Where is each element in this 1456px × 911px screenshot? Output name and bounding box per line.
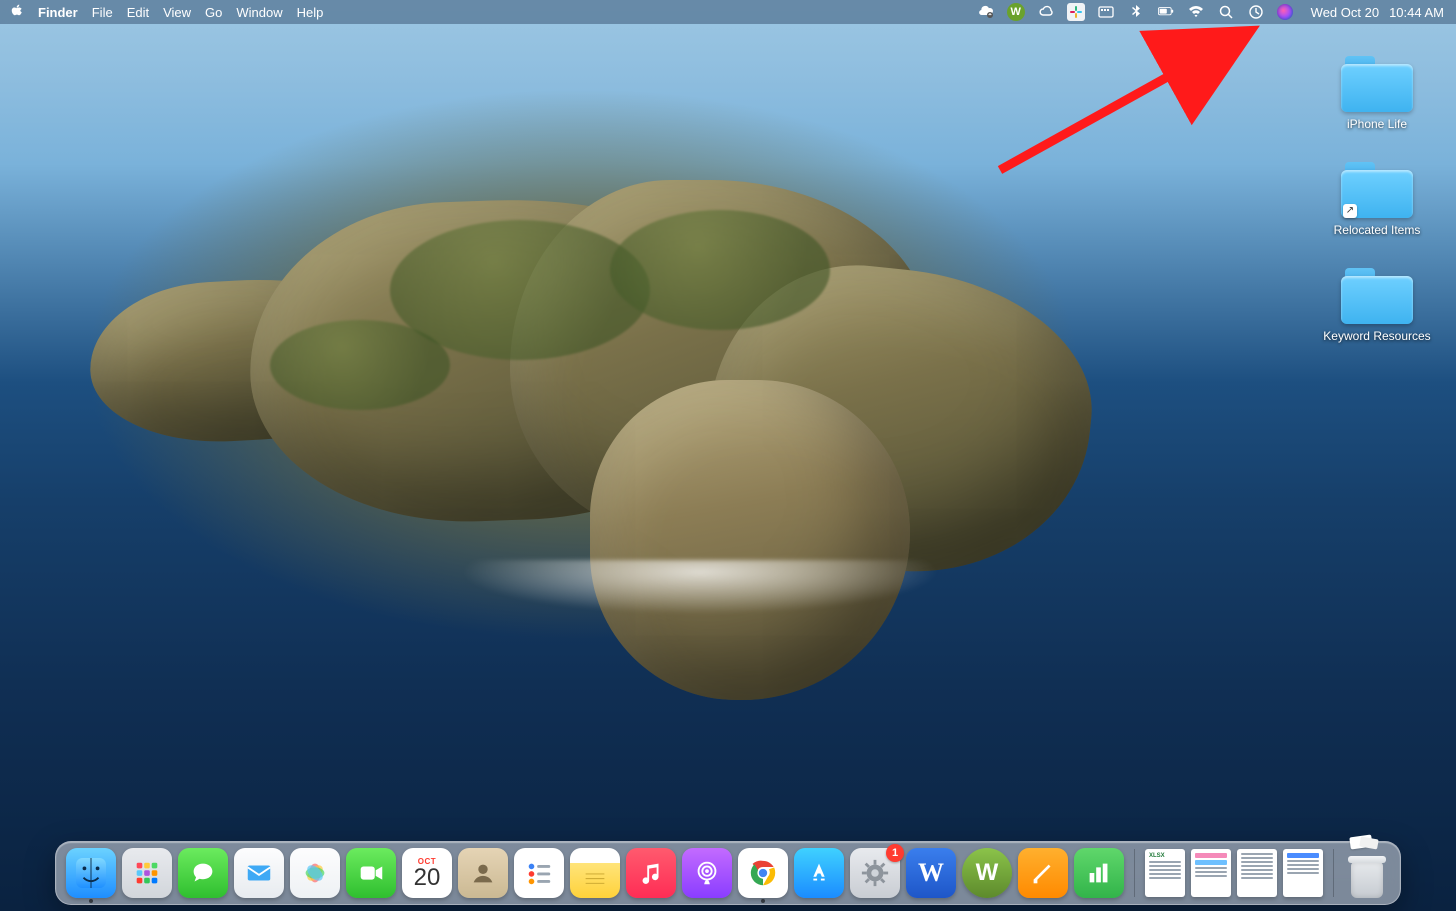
battery-icon[interactable] — [1157, 3, 1175, 21]
menubar-window[interactable]: Window — [236, 5, 282, 20]
menubar-edit[interactable]: Edit — [127, 5, 149, 20]
desktop-folder-label: Relocated Items — [1334, 224, 1421, 238]
bluetooth-icon[interactable] — [1127, 3, 1145, 21]
dock-app-notes[interactable] — [570, 848, 620, 898]
dock-separator — [1134, 849, 1135, 897]
calendar-day-label: 20 — [414, 866, 441, 890]
desktop-folder-label: Keyword Resources — [1323, 330, 1430, 344]
dock-app-pages[interactable] — [1018, 848, 1068, 898]
desktop-folder-relocated[interactable]: ↗ Relocated Items — [1322, 162, 1432, 238]
dock-app-numbers[interactable] — [1074, 848, 1124, 898]
clock-time: 10:44 AM — [1389, 5, 1444, 20]
input-menu-icon[interactable] — [1097, 3, 1115, 21]
dock-app-podcasts[interactable] — [682, 848, 732, 898]
dock-app-finder[interactable] — [66, 848, 116, 898]
spotlight-icon[interactable] — [1217, 3, 1235, 21]
menubar-go[interactable]: Go — [205, 5, 222, 20]
desktop-folder-label: iPhone Life — [1347, 118, 1407, 132]
time-machine-icon[interactable] — [1247, 3, 1265, 21]
dock-app-chrome[interactable] — [738, 848, 788, 898]
menubar-view[interactable]: View — [163, 5, 191, 20]
dock-app-facetime[interactable] — [346, 848, 396, 898]
dock-app-calendar[interactable]: OCT 20 — [402, 848, 452, 898]
notification-badge: 1 — [886, 844, 904, 862]
dock-recent-document-2[interactable] — [1191, 849, 1231, 897]
dock-recent-document-4[interactable] — [1283, 849, 1323, 897]
webroot-letter-icon: W — [976, 859, 999, 887]
menubar-file[interactable]: File — [92, 5, 113, 20]
siri-icon[interactable] — [1277, 4, 1293, 20]
dock-app-launchpad[interactable] — [122, 848, 172, 898]
desktop-folder-keyword[interactable]: Keyword Resources — [1322, 268, 1432, 344]
menubar-app-name[interactable]: Finder — [38, 5, 78, 20]
wifi-icon[interactable] — [1187, 3, 1205, 21]
menubar-clock[interactable]: Wed Oct 20 10:44 AM — [1311, 5, 1444, 20]
dock-app-reminders[interactable] — [514, 848, 564, 898]
menubar-help[interactable]: Help — [297, 5, 324, 20]
dock-app-webroot[interactable]: W — [962, 848, 1012, 898]
dock-app-systempreferences[interactable]: 1 — [850, 848, 900, 898]
running-indicator — [89, 899, 93, 903]
dock-app-contacts[interactable] — [458, 848, 508, 898]
dock: OCT 20 — [55, 841, 1401, 905]
apple-menu-icon[interactable] — [10, 4, 24, 21]
word-icon: W — [918, 858, 944, 888]
dock-app-messages[interactable] — [178, 848, 228, 898]
folder-icon — [1341, 268, 1413, 324]
dock-app-photos[interactable] — [290, 848, 340, 898]
clock-date: Wed Oct 20 — [1311, 5, 1379, 20]
folder-icon — [1341, 56, 1413, 112]
desktop-icons-area: iPhone Life ↗ Relocated Items Keyword Re… — [1322, 56, 1432, 343]
shortcut-arrow-icon: ↗ — [1343, 204, 1357, 218]
dock-recent-document-1[interactable]: XLSX — [1145, 849, 1185, 897]
webroot-icon[interactable]: W — [1007, 3, 1025, 21]
folder-icon: ↗ — [1341, 162, 1413, 218]
desktop-wallpaper — [0, 0, 1456, 911]
desktop-folder-iphonelife[interactable]: iPhone Life — [1322, 56, 1432, 132]
dock-trash[interactable] — [1344, 848, 1390, 898]
dock-app-appstore[interactable] — [794, 848, 844, 898]
slack-icon[interactable] — [1067, 3, 1085, 21]
dock-app-mail[interactable] — [234, 848, 284, 898]
dock-separator — [1333, 849, 1334, 897]
dock-app-music[interactable] — [626, 848, 676, 898]
menu-bar: Finder File Edit View Go Window Help W — [0, 0, 1456, 24]
creative-cloud-icon[interactable] — [1037, 3, 1055, 21]
dock-app-word[interactable]: W — [906, 848, 956, 898]
menubar-status-area: W Wed Oct 20 10:44 AM — [977, 3, 1444, 21]
running-indicator — [761, 899, 765, 903]
dock-recent-document-3[interactable] — [1237, 849, 1277, 897]
cloud-sync-icon[interactable] — [977, 3, 995, 21]
